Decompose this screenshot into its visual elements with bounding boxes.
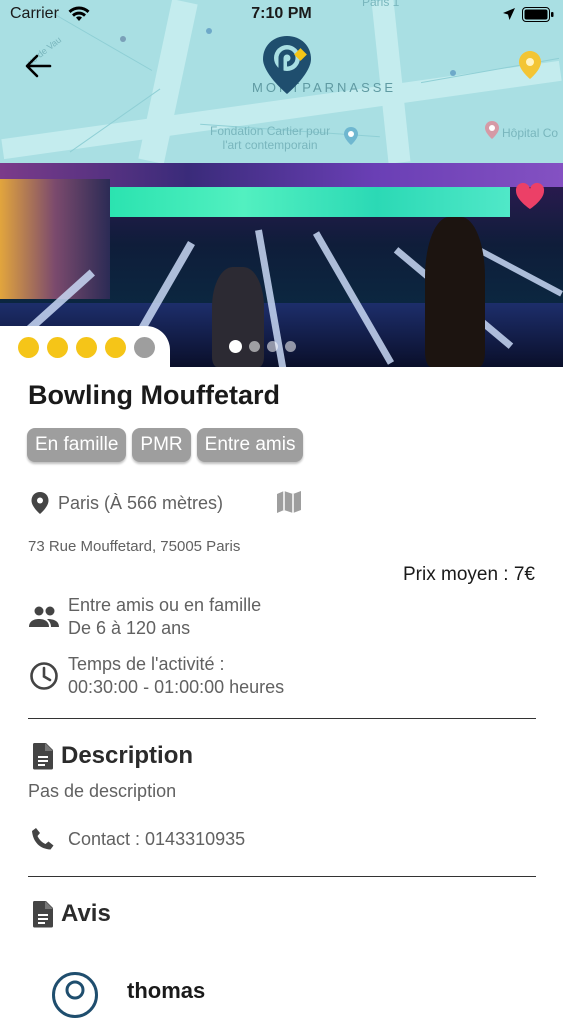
contact-text: Contact : 0143310935 [68,828,246,849]
location-arrow-icon [503,8,515,20]
pager-dot[interactable] [285,341,296,352]
duration-row: Temps de l'activité : 00:30:00 - 01:00:0… [28,653,284,699]
app-logo-icon [263,36,311,94]
clock-icon [30,662,58,690]
duration-value: 00:30:00 - 01:00:00 heures [68,677,285,697]
location-text: Paris (À 566 mètres) [58,492,224,513]
divider [28,876,536,877]
description-text: Pas de description [28,781,177,801]
rating-dot [134,337,155,358]
rating-dot [18,337,39,358]
map-icon[interactable] [276,489,302,515]
rating-dot [76,337,97,358]
map-label-hopital: Hôpital Co [502,126,559,140]
audience-row: Entre amis ou en famille De 6 à 120 ans [28,594,261,640]
carousel-pager[interactable] [229,340,296,353]
description-title: Description [61,742,194,769]
user-icon [65,980,85,1000]
rating-dots [18,337,155,358]
pager-dot[interactable] [249,341,260,352]
phone-icon [32,828,54,850]
map-pin-icon[interactable] [519,51,541,79]
map-hospital-icon [485,121,499,139]
average-price: Prix moyen : 7€ [403,564,535,585]
contact-row[interactable]: Contact : 0143310935 [30,826,245,852]
tag-chip[interactable]: PMR [132,428,191,462]
audience-line: Entre amis ou en famille [68,595,262,615]
tag-chip[interactable]: Entre amis [196,428,304,462]
rating-dot [47,337,68,358]
status-bar: Carrier 7:10 PM [0,0,563,30]
group-icon [29,606,59,627]
favorite-heart-icon[interactable] [514,181,546,211]
duration-label: Temps de l'activité : [68,654,225,674]
pager-dot[interactable] [229,340,242,353]
avatar [52,972,98,1018]
document-icon [32,743,53,770]
reviews-title: Avis [61,900,111,927]
address-text: 73 Rue Mouffetard, 75005 Paris [28,538,241,555]
rating-dot [105,337,126,358]
clock: 7:10 PM [251,5,312,22]
place-title: Bowling Mouffetard [28,380,280,410]
document-icon [32,901,53,928]
location-pin-icon [31,492,49,514]
battery-icon [522,7,554,22]
divider [28,718,536,719]
map-label-fondation: Fondation Cartier pour l'art contemporai… [210,124,331,152]
age-range-line: De 6 à 120 ans [68,618,191,638]
back-arrow-icon[interactable] [22,50,54,82]
reviews-heading: Avis [31,900,111,928]
map-poi-icon [344,127,358,145]
location-row: Paris (À 566 mètres) [30,490,223,516]
pager-dot[interactable] [267,341,278,352]
description-heading: Description [31,742,193,770]
tag-chip[interactable]: En famille [27,428,127,462]
review-author: thomas [127,978,206,1003]
tag-list: En famille PMR Entre amis [27,428,304,462]
